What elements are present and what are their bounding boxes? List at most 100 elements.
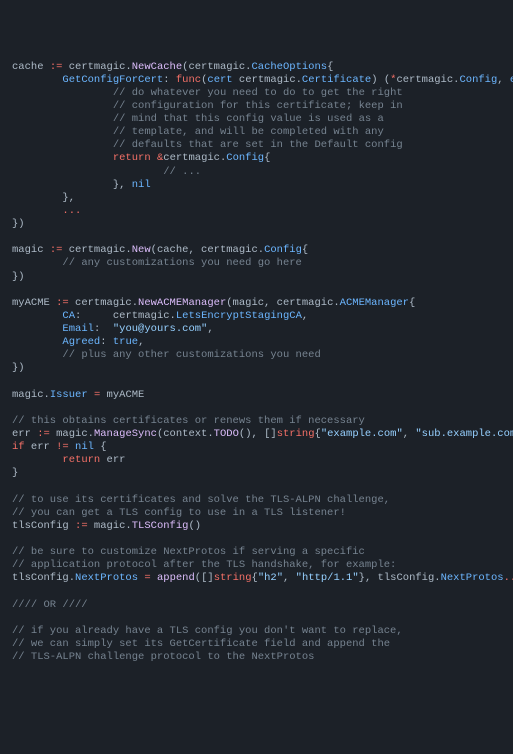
code-token: // TLS-ALPN challenge protocol to the Ne… xyxy=(12,651,314,663)
code-token: certmagic. xyxy=(62,61,131,73)
code-token: ([] xyxy=(195,572,214,584)
code-token: , xyxy=(138,336,144,348)
code-token: TODO xyxy=(214,428,239,440)
code-token: certmagic. xyxy=(163,152,226,164)
code-token: // any customizations you need go here xyxy=(62,257,301,269)
code-token: certmagic. xyxy=(69,297,138,309)
code-token: }) xyxy=(12,218,25,230)
code-token: nil xyxy=(75,441,94,453)
code-token: // application protocol after the TLS ha… xyxy=(12,559,396,571)
code-token xyxy=(12,454,62,466)
code-token: cert xyxy=(207,74,232,86)
code-token: err xyxy=(25,441,57,453)
code-token: Config xyxy=(459,74,497,86)
code-token: NextProtos xyxy=(441,572,504,584)
code-token: // if you already have a TLS config you … xyxy=(12,625,403,637)
code-token: return xyxy=(62,454,100,466)
code-token: append xyxy=(157,572,195,584)
code-token: (), [] xyxy=(239,428,277,440)
code-token xyxy=(12,166,163,178)
code-token: , xyxy=(403,428,416,440)
code-token: // ... xyxy=(163,166,201,178)
code-token: LetsEncryptStagingCA xyxy=(176,310,302,322)
code-token: := xyxy=(50,61,63,73)
code-token: := xyxy=(37,428,50,440)
code-token: : certmagic. xyxy=(75,310,176,322)
code-token: CA xyxy=(62,310,75,322)
code-token: }, xyxy=(12,179,132,191)
code-token: magic. xyxy=(88,520,132,532)
code-token xyxy=(12,139,113,151)
code-token: TLSConfig xyxy=(132,520,189,532)
code-token: // do whatever you need to do to get the… xyxy=(113,87,403,99)
code-token: magic. xyxy=(50,428,94,440)
code-token: : xyxy=(100,336,113,348)
code-token: // this obtains certificates or renews t… xyxy=(12,415,365,427)
code-token: tlsConfig xyxy=(12,520,75,532)
code-token: , xyxy=(283,572,296,584)
code-token: } xyxy=(12,467,18,479)
code-token: CacheOptions xyxy=(251,61,327,73)
code-token: certmagic. xyxy=(233,74,302,86)
code-token xyxy=(12,152,113,164)
code-token: Agreed xyxy=(62,336,100,348)
code-token: { xyxy=(327,61,333,73)
code-token: // be sure to customize NextProtos if se… xyxy=(12,546,365,558)
code-token: ) ( xyxy=(371,74,390,86)
code-token: { xyxy=(94,441,107,453)
code-token: // to use its certificates and solve the… xyxy=(12,494,390,506)
code-token xyxy=(12,74,62,86)
code-token: // plus any other customizations you nee… xyxy=(62,349,320,361)
code-token: { xyxy=(302,244,308,256)
code-token: , xyxy=(497,74,510,86)
code-token: "you@yours.com" xyxy=(113,323,208,335)
code-token: cache xyxy=(12,61,50,73)
code-token: Config xyxy=(264,244,302,256)
code-token: tlsConfig. xyxy=(12,572,75,584)
code-token: certmagic. xyxy=(62,244,131,256)
code-token: err xyxy=(12,428,37,440)
code-token xyxy=(12,336,62,348)
code-token xyxy=(12,257,62,269)
code-token: // configuration for this certificate; k… xyxy=(113,100,403,112)
code-token: }) xyxy=(12,362,25,374)
code-token: string xyxy=(277,428,315,440)
code-token xyxy=(12,349,62,361)
code-token: magic. xyxy=(12,389,50,401)
code-token: ACMEManager xyxy=(340,297,409,309)
code-token: }, xyxy=(12,192,75,204)
code-token: // mind that this config value is used a… xyxy=(113,113,384,125)
code-token: (cache, certmagic. xyxy=(151,244,264,256)
code-token xyxy=(12,87,113,99)
code-token: := xyxy=(75,520,88,532)
code-token: , xyxy=(207,323,213,335)
code-token: (context. xyxy=(157,428,214,440)
code-token: := xyxy=(50,244,63,256)
code-token: err xyxy=(100,454,125,466)
code-token: { xyxy=(409,297,415,309)
code-token: ... xyxy=(62,205,81,217)
code-token: // template, and will be completed with … xyxy=(113,126,384,138)
code-token xyxy=(12,113,113,125)
code-token: Config xyxy=(226,152,264,164)
code-token xyxy=(12,126,113,138)
code-token: : xyxy=(94,323,113,335)
code-token: (certmagic. xyxy=(182,61,251,73)
code-token: := xyxy=(56,297,69,309)
code-token: Email xyxy=(62,323,94,335)
code-token: { xyxy=(264,152,270,164)
code-token: () xyxy=(188,520,201,532)
code-token: myACME xyxy=(12,297,56,309)
code-token: "http/1.1" xyxy=(296,572,359,584)
code-token: NextProtos xyxy=(75,572,138,584)
code-token: myACME xyxy=(100,389,144,401)
code-token: string xyxy=(214,572,252,584)
code-token: magic xyxy=(12,244,50,256)
code-token: "sub.example.com" xyxy=(415,428,513,440)
code-token xyxy=(12,323,62,335)
code-token: certmagic. xyxy=(396,74,459,86)
code-token: ... xyxy=(504,572,513,584)
code-token xyxy=(12,310,62,322)
code-token xyxy=(12,100,113,112)
code-token: Issuer xyxy=(50,389,88,401)
